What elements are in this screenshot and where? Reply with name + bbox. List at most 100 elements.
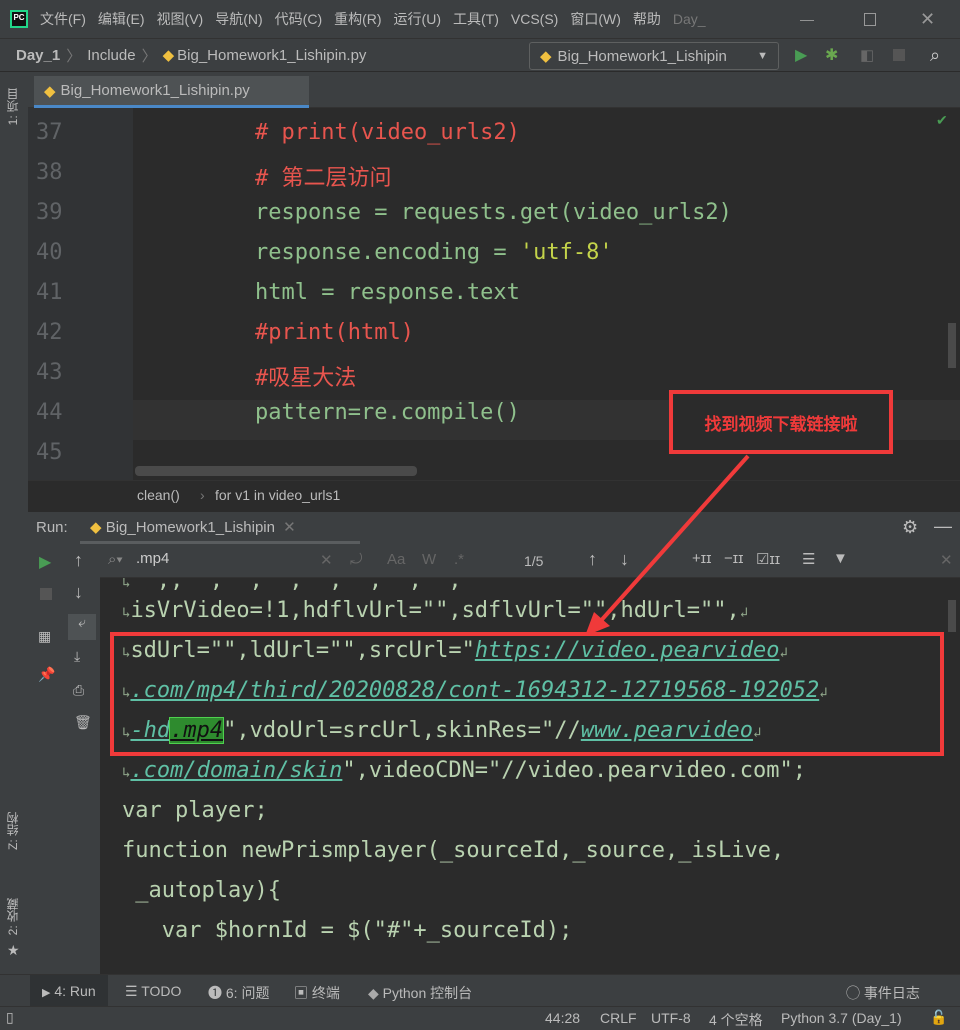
search-icon[interactable]: ⌕	[930, 45, 940, 66]
highlight-box	[110, 632, 944, 756]
coverage-icon[interactable]: ◧	[860, 46, 874, 64]
run-panel-header: Run: ◆ Big_Homework1_Lishipin ✕ ⚙ —	[28, 512, 960, 544]
whole-word-toggle[interactable]: W	[422, 551, 436, 568]
print-icon[interactable]: ⎙	[73, 682, 84, 699]
sidebar-structure[interactable]: Z: 结构	[4, 812, 21, 850]
tab-label: Big_Homework1_Lishipin.py	[60, 82, 250, 99]
code-line: # print(video_urls2)	[255, 120, 520, 145]
crumb-function[interactable]: clean()	[137, 487, 180, 503]
run-icon[interactable]: ▶	[795, 45, 807, 65]
menu-window[interactable]: 窗口(W)	[570, 9, 621, 29]
vertical-scrollbar[interactable]	[948, 323, 956, 368]
run-label: Run:	[36, 519, 68, 536]
horizontal-scrollbar[interactable]	[135, 466, 417, 476]
todo-tool-button[interactable]: ☰ TODO	[125, 983, 181, 1000]
caret-position[interactable]: 44:28	[545, 1010, 580, 1026]
tab-big-homework[interactable]: ◆ Big_Homework1_Lishipin.py	[34, 76, 309, 108]
code-line: response.encoding = 'utf-8'	[255, 240, 613, 265]
python-console-button[interactable]: ◆ Python 控制台	[368, 983, 472, 1003]
search-input[interactable]	[136, 550, 316, 567]
event-log-button[interactable]: ◯ 事件日志	[846, 983, 920, 1003]
minimize-button[interactable]: —	[800, 11, 814, 27]
window-title: Day_	[672, 11, 706, 27]
down-arrow-icon[interactable]: ↓	[74, 582, 83, 603]
code-line: html = response.text	[255, 280, 520, 305]
scroll-to-end-icon[interactable]: ⤓	[74, 648, 80, 665]
regex-toggle[interactable]: .*	[454, 551, 464, 568]
sidebar-favorites[interactable]: 2: 收藏	[4, 898, 21, 935]
close-find-icon[interactable]: ✕	[940, 551, 953, 569]
filter-icon[interactable]: ▼	[833, 550, 848, 567]
trash-icon[interactable]: 🗑	[74, 714, 92, 731]
line-number: 44	[36, 400, 63, 425]
code-line: #print(html)	[255, 320, 414, 345]
terminal-tool-button[interactable]: ▣ 终端	[294, 983, 340, 1003]
next-match-icon[interactable]: ↓	[620, 549, 629, 570]
editor-tabs: ◆ Big_Homework1_Lishipin.py	[28, 72, 960, 108]
close-tab-icon[interactable]: ✕	[283, 519, 296, 536]
menu-file[interactable]: 文件(F)	[40, 9, 86, 29]
rerun-icon[interactable]: ▶	[39, 552, 51, 572]
breadcrumb-project[interactable]: Day_1	[16, 47, 60, 64]
up-arrow-icon[interactable]: ↑	[74, 550, 83, 571]
match-count: 1/5	[524, 553, 544, 569]
match-case-toggle[interactable]: Aa	[387, 551, 405, 568]
menu-refactor[interactable]: 重构(R)	[334, 9, 381, 29]
filter-lines-icon[interactable]: ☰	[802, 550, 815, 568]
file-encoding[interactable]: UTF-8	[651, 1010, 691, 1026]
console-line: var $hornId = $("#"+_sourceId);	[122, 918, 573, 943]
star-icon: ★	[7, 942, 20, 958]
console-line: ↳isVrVideo=!1,hdflvUrl="",sdflvUrl="",hd…	[122, 598, 749, 623]
select-all-icon[interactable]: ☑ɪɪ	[756, 550, 780, 568]
status-bar: ▯ 44:28 CRLF UTF-8 4 个空格 Python 3.7 (Day…	[0, 1006, 960, 1030]
pin-icon[interactable]: 📌	[38, 666, 55, 683]
multiline-icon[interactable]: ⤾	[350, 551, 363, 568]
console-scrollbar[interactable]	[948, 600, 956, 632]
stop-icon[interactable]	[893, 49, 905, 61]
soft-wrap-icon[interactable]: ⤶	[68, 614, 96, 640]
line-separator[interactable]: CRLF	[600, 1010, 637, 1026]
hide-icon[interactable]: —	[934, 516, 952, 537]
left-tool-strip: 1: 项目 Z: 结构 2: 收藏 ★	[0, 72, 28, 974]
remove-selection-icon[interactable]: −ɪɪ	[724, 550, 743, 567]
clear-search-icon[interactable]: ✕	[320, 551, 333, 569]
close-button[interactable]: ✕	[920, 9, 935, 30]
indent-setting[interactable]: 4 个空格	[709, 1010, 763, 1030]
menu-vcs[interactable]: VCS(S)	[511, 11, 558, 27]
menu-tools[interactable]: 工具(T)	[453, 9, 499, 29]
menu-run[interactable]: 运行(U)	[394, 9, 441, 29]
breadcrumb-file[interactable]: Big_Homework1_Lishipin.py	[177, 47, 366, 64]
run-config-dropdown[interactable]: ◆ Big_Homework1_Lishipin ▼	[529, 42, 779, 70]
menu-edit[interactable]: 编辑(E)	[98, 9, 145, 29]
gear-icon[interactable]: ⚙	[902, 517, 918, 538]
menu-navigate[interactable]: 导航(N)	[215, 9, 262, 29]
sidebar-project[interactable]: 1: 项目	[4, 88, 21, 125]
maximize-button[interactable]	[864, 12, 876, 26]
python-file-icon: ◆	[44, 82, 56, 100]
play-icon: ▶	[42, 987, 51, 999]
menu-view[interactable]: 视图(V)	[157, 9, 204, 29]
stop-icon[interactable]	[40, 588, 52, 600]
debug-icon[interactable]: ✱	[825, 45, 838, 65]
code-line: pattern=re.compile()	[255, 400, 520, 425]
panel-toggle-icon[interactable]: ▯	[6, 1009, 14, 1026]
url-link[interactable]: .com/domain/skin	[130, 758, 342, 783]
add-selection-icon[interactable]: +ɪɪ	[692, 550, 711, 567]
line-number: 37	[36, 120, 63, 145]
breadcrumb-folder[interactable]: Include	[87, 47, 135, 64]
menu-code[interactable]: 代码(C)	[275, 9, 322, 29]
run-tool-button[interactable]: ▶ 4: Run	[30, 975, 108, 1007]
menu-help[interactable]: 帮助	[633, 9, 661, 29]
line-number: 40	[36, 240, 63, 265]
crumb-loop[interactable]: for v1 in video_urls1	[215, 487, 340, 503]
layout-icon[interactable]: ▦	[38, 628, 51, 645]
python-interpreter[interactable]: Python 3.7 (Day_1)	[781, 1010, 902, 1026]
console-line: ↳.com/domain/skin",videoCDN="//video.pea…	[122, 758, 806, 783]
chevron-down-icon: ▼	[757, 50, 768, 62]
previous-match-icon[interactable]: ↑	[588, 549, 597, 570]
run-tab[interactable]: ◆ Big_Homework1_Lishipin ✕	[80, 512, 360, 544]
lock-icon[interactable]: 🔓	[930, 1009, 947, 1026]
problems-tool-button[interactable]: ❶ 6: 问题	[208, 983, 269, 1003]
console-line: function newPrismplayer(_sourceId,_sourc…	[122, 838, 785, 863]
pycharm-logo-icon: PC	[10, 10, 28, 28]
